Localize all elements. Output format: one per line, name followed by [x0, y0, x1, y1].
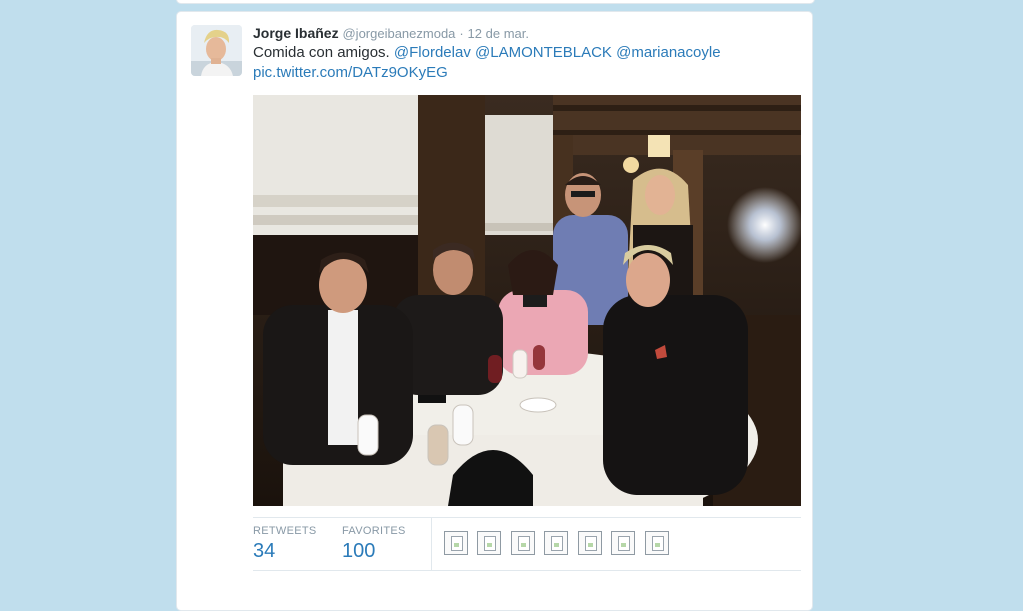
broken-image-icon: [618, 536, 631, 551]
author-fullname[interactable]: Jorge Ibañez: [253, 25, 339, 41]
tweet-card: Jorge Ibañez @jorgeibanezmoda · 12 de ma…: [176, 11, 813, 611]
retweets-count[interactable]: 34: [253, 538, 317, 564]
previous-tweet-card-edge: [176, 0, 815, 4]
tweet-header: Jorge Ibañez @jorgeibanezmoda · 12 de ma…: [253, 24, 793, 43]
restaurant-photo: [253, 95, 801, 506]
broken-image-icon: [651, 536, 664, 551]
favoriters-list: [444, 531, 674, 555]
author-username[interactable]: @jorgeibanezmoda: [342, 26, 455, 41]
avatar[interactable]: [191, 25, 242, 76]
tweet-text-body: Comida con amigos.: [253, 44, 390, 61]
favoriter-avatar[interactable]: [577, 531, 602, 555]
mention-link[interactable]: @Flordelav: [394, 44, 471, 61]
favoriter-avatar[interactable]: [544, 531, 569, 555]
broken-image-icon: [551, 536, 564, 551]
broken-image-icon: [484, 536, 497, 551]
favoriter-avatar[interactable]: [510, 531, 535, 555]
pic-link[interactable]: pic.twitter.com/DATz9OKyEG: [253, 64, 448, 81]
tweet-stats: RETWEETS 34 FAVORITES 100: [253, 517, 801, 571]
favoriter-avatar[interactable]: [644, 531, 669, 555]
favoriter-avatar[interactable]: [444, 531, 468, 555]
header-separator: ·: [459, 26, 464, 41]
mention-link[interactable]: @LAMONTEBLACK: [475, 44, 612, 61]
avatar-photo: [191, 25, 242, 76]
favorites-count[interactable]: 100: [342, 538, 406, 564]
broken-image-icon: [584, 536, 597, 551]
stats-divider: [431, 518, 432, 570]
tweet-text: Comida con amigos. @Flordelav @LAMONTEBL…: [253, 43, 793, 83]
favorites-stat[interactable]: FAVORITES 100: [342, 525, 406, 564]
favorites-label: FAVORITES: [342, 525, 406, 537]
mention-link[interactable]: @marianacoyle: [616, 44, 720, 61]
tweet-photo[interactable]: [253, 95, 801, 506]
favoriter-avatar[interactable]: [477, 531, 502, 555]
favoriter-avatar[interactable]: [611, 531, 636, 555]
retweets-label: RETWEETS: [253, 525, 317, 537]
broken-image-icon: [451, 536, 463, 551]
tweet-timestamp[interactable]: 12 de mar.: [468, 26, 529, 41]
broken-image-icon: [517, 536, 530, 551]
retweets-stat[interactable]: RETWEETS 34: [253, 525, 317, 564]
